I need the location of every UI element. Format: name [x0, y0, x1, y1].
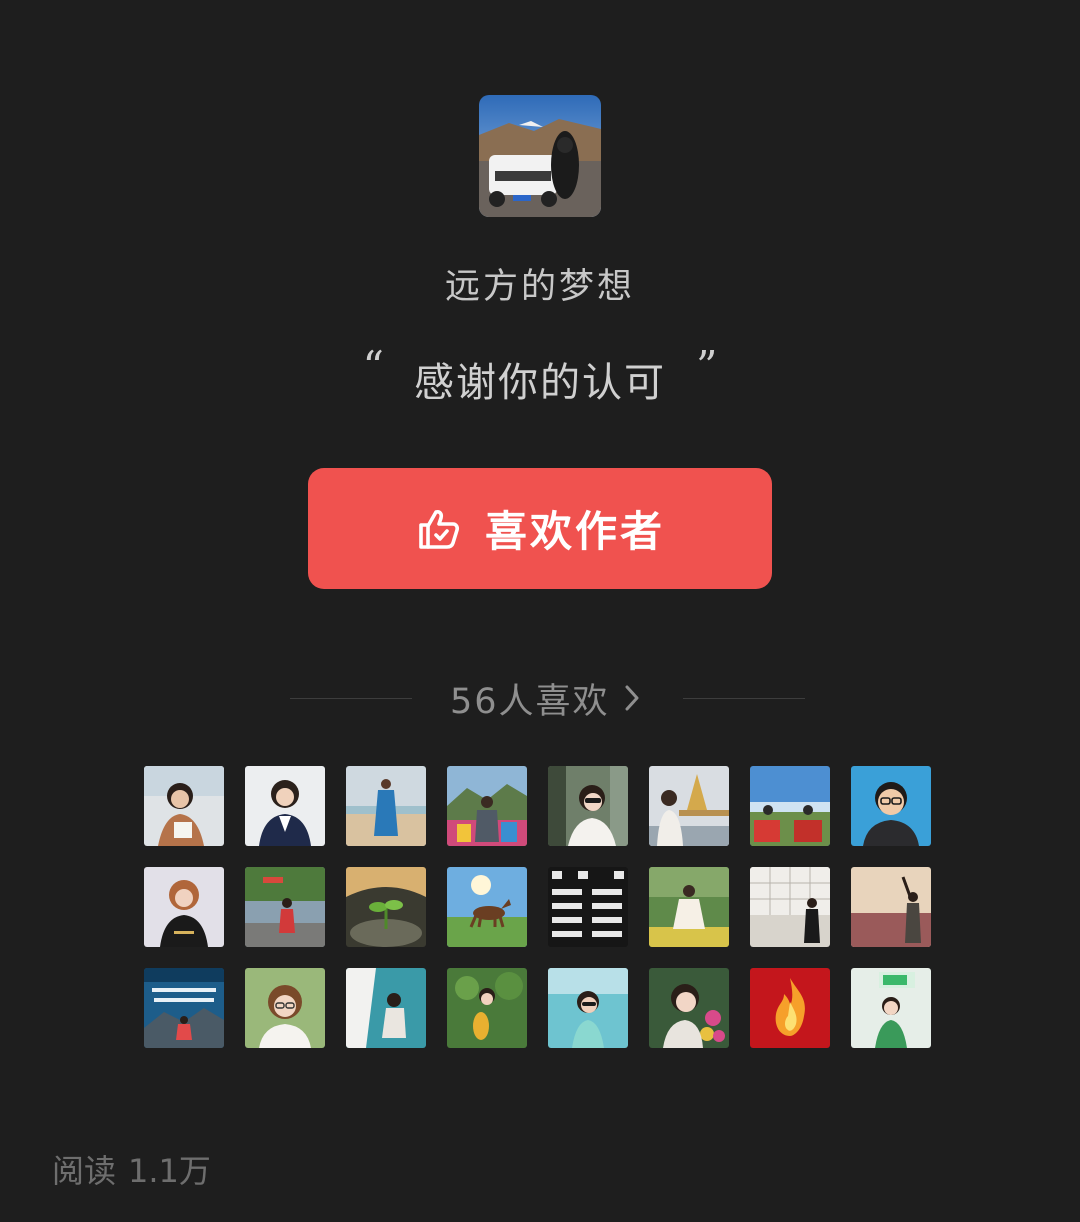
liker-avatar[interactable] — [649, 968, 729, 1048]
read-count: 阅读 1.1万 — [52, 1146, 211, 1192]
liker-avatar[interactable] — [851, 766, 931, 846]
liker-avatar[interactable] — [144, 968, 224, 1048]
liker-avatar[interactable] — [750, 867, 830, 947]
liker-avatar[interactable] — [750, 968, 830, 1048]
liker-avatar[interactable] — [447, 766, 527, 846]
liker-avatar[interactable] — [447, 968, 527, 1048]
read-count-label: 阅读 — [52, 1152, 117, 1190]
reward-page: 远方的梦想 “ 感谢你的认可 ” 喜欢作者 56人喜欢 阅读 1.1万 — [0, 0, 1080, 1222]
liker-avatar[interactable] — [245, 867, 325, 947]
like-author-label: 喜欢作者 — [484, 507, 665, 556]
liker-avatar[interactable] — [649, 766, 729, 846]
close-quote: ” — [696, 342, 718, 391]
divider-right — [683, 698, 805, 699]
author-avatar[interactable] — [479, 95, 601, 217]
chevron-right-icon — [624, 684, 640, 712]
liker-avatar[interactable] — [245, 766, 325, 846]
liker-avatar[interactable] — [346, 766, 426, 846]
liker-avatar[interactable] — [649, 867, 729, 947]
divider-left — [290, 698, 412, 699]
thumbs-up-icon — [415, 505, 463, 553]
liker-avatar[interactable] — [851, 867, 931, 947]
liker-avatar[interactable] — [144, 766, 224, 846]
thanks-message: “ 感谢你的认可 ” — [0, 342, 1080, 408]
liker-avatar[interactable] — [548, 867, 628, 947]
liker-avatar-grid — [144, 766, 931, 1048]
liker-avatar[interactable] — [548, 766, 628, 846]
liker-avatar[interactable] — [548, 968, 628, 1048]
liker-avatar[interactable] — [144, 867, 224, 947]
author-name: 远方的梦想 — [444, 267, 635, 307]
liker-avatar[interactable] — [346, 867, 426, 947]
liker-avatar[interactable] — [851, 968, 931, 1048]
open-quote: “ — [362, 342, 384, 391]
likes-count-link[interactable]: 56人喜欢 — [450, 676, 640, 722]
liker-avatar[interactable] — [346, 968, 426, 1048]
read-count-value: 1.1万 — [128, 1152, 211, 1190]
thanks-text: 感谢你的认可 — [414, 360, 666, 406]
liker-avatar[interactable] — [750, 766, 830, 846]
like-author-button[interactable]: 喜欢作者 — [308, 468, 772, 589]
likes-count-label: 56人喜欢 — [450, 681, 610, 722]
liker-avatar[interactable] — [447, 867, 527, 947]
likes-summary: 56人喜欢 — [290, 670, 805, 726]
liker-avatar[interactable] — [245, 968, 325, 1048]
